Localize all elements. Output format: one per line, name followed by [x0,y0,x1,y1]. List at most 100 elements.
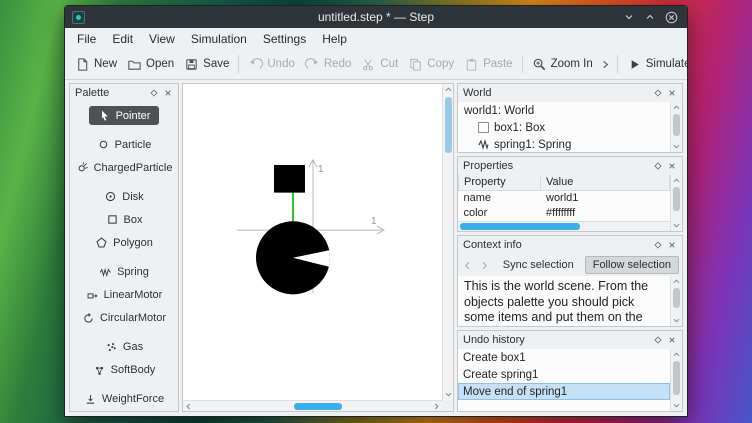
zoom-in-button[interactable]: Zoom In [527,53,598,76]
canvas-vertical-scrollbar[interactable] [442,84,453,400]
float-panel-icon[interactable] [653,335,663,345]
back-icon[interactable] [461,257,475,273]
column-header-property[interactable]: Property [459,175,541,190]
float-panel-icon[interactable] [653,240,663,250]
paste-button[interactable]: Paste [459,53,517,76]
palette-item-chargedparticle[interactable]: ChargedParticle [70,158,178,177]
forward-icon[interactable] [478,257,492,273]
canvas-scene: 1 1 [183,84,442,400]
palette-item-softbody[interactable]: SoftBody [84,361,165,380]
redo-button[interactable]: Redo [300,53,357,76]
world-canvas[interactable]: 1 1 [182,83,454,412]
scroll-right-icon[interactable] [431,401,442,412]
scroll-down-icon[interactable] [443,389,454,400]
scroll-up-icon[interactable] [443,84,454,95]
tree-item-world1[interactable]: world1: World [458,102,670,119]
cut-button[interactable]: Cut [356,53,403,76]
palette-item-circularmotor[interactable]: CircularMotor [73,309,175,328]
palette-item-gas[interactable]: Gas [96,338,152,357]
palette-title: Palette [75,87,145,99]
titlebar[interactable]: untitled.step * — Step [65,6,687,28]
tree-item-spring1[interactable]: spring1: Spring [458,136,670,152]
close-panel-icon[interactable] [667,335,677,345]
scroll-up-icon[interactable] [671,349,682,360]
tree-item-box1[interactable]: box1: Box [458,119,670,136]
scrollbar-thumb[interactable] [673,187,680,211]
toolbar-extension-icon[interactable] [598,59,613,70]
palette-item-particle[interactable]: Particle [88,135,161,154]
scrollbar-thumb[interactable] [294,403,342,410]
scroll-up-icon[interactable] [671,102,682,113]
property-name-cell: color [459,205,541,220]
properties-scrollbar[interactable] [670,175,682,231]
new-button[interactable]: New [70,53,122,76]
undo-scrollbar[interactable] [670,349,682,411]
scrollbar-thumb[interactable] [673,288,680,308]
palette-item-box[interactable]: Box [97,210,152,229]
open-button[interactable]: Open [122,53,179,76]
properties-horizontal-scrollbar[interactable] [458,221,670,231]
scrollbar-thumb[interactable] [673,361,680,395]
menu-view[interactable]: View [141,30,183,48]
undo-item-move-end-of-spring1[interactable]: Move end of spring1 [458,383,670,400]
close-panel-icon[interactable] [667,88,677,98]
palette-item-polygon[interactable]: Polygon [86,233,162,252]
palette-item-pointer[interactable]: Pointer [89,106,160,125]
palette-item-weightforce[interactable]: WeightForce [75,390,173,409]
disk-object[interactable] [256,221,330,294]
copy-button[interactable]: Copy [403,53,459,76]
property-row[interactable]: name world1 [459,190,670,205]
property-row[interactable]: color #ffffffff [459,205,670,220]
float-panel-icon[interactable] [653,161,663,171]
maximize-icon[interactable] [644,11,656,23]
undo-item-create-box1[interactable]: Create box1 [458,349,670,366]
palette-item-spring[interactable]: Spring [90,262,158,281]
palette-item-linearmotor[interactable]: LinearMotor [77,286,172,305]
save-button[interactable]: Save [179,53,234,76]
properties-table: Property Value name world1 [458,175,670,220]
properties-panel-title: Properties [463,160,649,172]
scroll-up-icon[interactable] [671,175,682,186]
menu-settings[interactable]: Settings [255,30,314,48]
scrollbar-thumb[interactable] [673,114,680,136]
sync-selection-button[interactable]: Sync selection [495,256,582,274]
circular-motor-icon [82,312,95,325]
box-object[interactable] [274,165,305,193]
menu-simulation[interactable]: Simulation [183,30,255,48]
zoom-in-label: Zoom In [551,58,593,70]
simulate-button[interactable]: Simulate [622,53,688,76]
scrollbar-thumb[interactable] [445,97,452,153]
follow-selection-button[interactable]: Follow selection [585,256,679,274]
close-panel-icon[interactable] [163,88,173,98]
menu-help[interactable]: Help [314,30,355,48]
menu-file[interactable]: File [69,30,104,48]
float-panel-icon[interactable] [149,88,159,98]
scroll-down-icon[interactable] [671,400,682,411]
scroll-up-icon[interactable] [671,276,682,287]
scroll-left-icon[interactable] [183,401,194,412]
close-panel-icon[interactable] [667,240,677,250]
zoom-in-icon [532,57,547,72]
undo-item-create-spring1[interactable]: Create spring1 [458,366,670,383]
palette-item-label: Spring [117,266,149,278]
scroll-down-icon[interactable] [671,315,682,326]
palette-item-disk[interactable]: Disk [95,187,152,206]
undo-button[interactable]: Undo [243,53,300,76]
close-panel-icon[interactable] [667,161,677,171]
context-text: This is the world scene. From the object… [458,276,670,326]
canvas-horizontal-scrollbar[interactable] [183,400,442,411]
close-icon[interactable] [665,11,678,24]
context-scrollbar[interactable] [670,276,682,326]
palette-item-label: Pointer [116,110,151,122]
scroll-down-icon[interactable] [671,141,682,152]
paste-clipboard-icon [464,57,479,72]
palette-item-label: ChargedParticle [94,162,173,174]
column-header-value[interactable]: Value [541,175,670,190]
minimize-icon[interactable] [623,11,635,23]
float-panel-icon[interactable] [653,88,663,98]
world-scrollbar[interactable] [670,102,682,152]
scroll-down-icon[interactable] [671,220,682,231]
menu-edit[interactable]: Edit [104,30,141,48]
visibility-checkbox[interactable] [478,122,489,133]
scrollbar-thumb[interactable] [460,223,580,230]
